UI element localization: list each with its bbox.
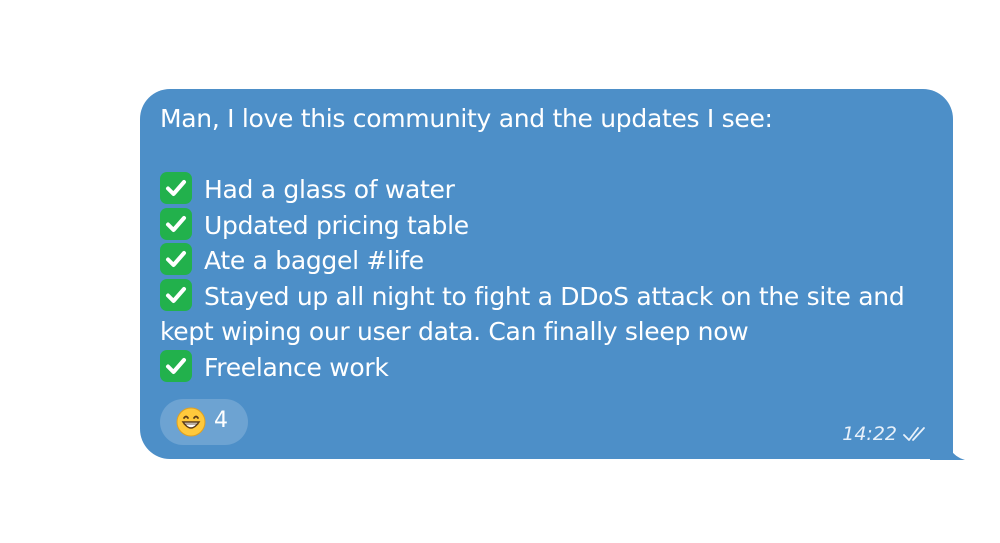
list-item: Updated pricing table [160,207,950,244]
chat-view: Man, I love this community and the updat… [0,0,1000,543]
message-text: Man, I love this community and the updat… [160,101,950,385]
grinning-face-emoji-icon [176,407,206,437]
list-item-text: Freelance work [204,352,389,382]
list-item: Had a glass of water [160,172,950,208]
check-mark-icon [160,207,192,240]
list-item: Ate a baggel #life [160,243,950,279]
list-item: Freelance work [160,349,950,386]
check-mark-icon [160,349,192,382]
list-item-text: Ate a baggel #life [204,246,424,275]
check-mark-icon [160,278,192,311]
reaction-count: 4 [214,408,228,433]
check-mark-icon [160,172,192,204]
message-meta: 14:22 [842,423,931,445]
list-item: Stayed up all night to fight a DDoS atta… [160,278,950,315]
check-mark-icon [160,243,192,275]
list-item-text: Had a glass of water [204,175,455,204]
message-bubble[interactable]: Man, I love this community and the updat… [140,89,953,459]
message-time: 14:22 [842,423,897,445]
list-item-text: Stayed up all night to fight a DDoS atta… [204,281,905,311]
list-item-continuation: kept wiping our user data. Can finally s… [160,317,749,346]
reaction-chip[interactable]: 4 [160,399,248,445]
double-check-read-icon [903,427,925,441]
list-item-text: Updated pricing table [204,210,469,240]
message-intro: Man, I love this community and the updat… [160,104,773,133]
